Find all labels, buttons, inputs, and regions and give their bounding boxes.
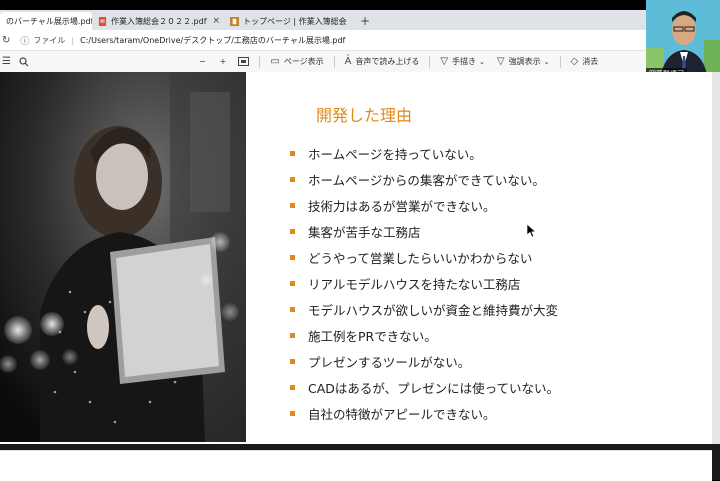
tab-top-page[interactable]: トップページ | 作業入簿総会 × bbox=[224, 12, 354, 30]
page-view-button[interactable]: ▭ ページ表示 bbox=[270, 56, 323, 67]
eraser-icon: ◇ bbox=[570, 56, 579, 67]
next-pdf-page bbox=[0, 450, 712, 481]
list-item: どうやって営業したらいいかわからない bbox=[290, 244, 559, 270]
info-icon[interactable]: ⓘ bbox=[20, 34, 29, 47]
highlight-label: 強調表示 bbox=[508, 57, 541, 66]
bullet-square-icon bbox=[290, 150, 295, 156]
bullet-square-icon bbox=[290, 358, 295, 364]
list-item-text: 施工例をPRできない。 bbox=[308, 328, 437, 344]
bullet-square-icon bbox=[290, 332, 295, 338]
mouse-cursor-icon bbox=[527, 224, 537, 238]
list-item-text: ホームページからの集客ができていない。 bbox=[308, 172, 545, 188]
list-item: CADはあるが、プレゼンには使っていない。 bbox=[290, 374, 559, 400]
list-item: モデルハウスが欲しいが資金と維持費が大変 bbox=[290, 296, 559, 322]
reason-list: ホームページを持っていない。 ホームページからの集客ができていない。 技術力はあ… bbox=[290, 140, 559, 426]
toolbar-divider bbox=[259, 55, 261, 68]
pdf-page: 開発した理由 ホームページを持っていない。 ホームページからの集客ができていない… bbox=[0, 72, 712, 444]
tab-virtual-showroom-pdf[interactable]: のバーチャル展示場.pdf × bbox=[0, 12, 92, 30]
webcam-video: 岡藤賢達司 bbox=[646, 0, 720, 80]
highlight-icon: ▽ bbox=[496, 56, 505, 67]
list-item: 施工例をPRできない。 bbox=[290, 322, 559, 348]
list-item: ホームページからの集客ができていない。 bbox=[290, 166, 559, 192]
read-aloud-icon: A᷾ bbox=[344, 56, 352, 67]
list-item-text: どうやって営業したらいいかわからない bbox=[308, 250, 533, 266]
close-tab-icon[interactable]: × bbox=[347, 16, 354, 26]
list-item: 自社の特徴がアピールできない。 bbox=[290, 400, 559, 426]
pdf-icon bbox=[98, 16, 107, 26]
list-item-text: プレゼンするツールがない。 bbox=[308, 354, 471, 370]
bullet-square-icon bbox=[290, 228, 295, 234]
bullet-square-icon bbox=[290, 384, 295, 390]
list-item: ホームページを持っていない。 bbox=[290, 140, 559, 166]
list-item-text: 集客が苦手な工務店 bbox=[308, 224, 421, 240]
address-divider: | bbox=[71, 35, 75, 45]
fit-page-icon[interactable] bbox=[238, 57, 250, 66]
list-item-text: ホームページを持っていない。 bbox=[308, 146, 482, 162]
tab-guild-meeting-pdf[interactable]: 作業入簿総会２０２２.pdf × bbox=[92, 12, 224, 30]
list-item: リアルモデルハウスを持たない工務店 bbox=[290, 270, 559, 296]
list-item-text: CADはあるが、プレゼンには使っていない。 bbox=[308, 380, 560, 396]
bullet-square-icon bbox=[290, 254, 295, 260]
read-aloud-button[interactable]: A᷾ 音声で読み上げる bbox=[345, 56, 420, 67]
slide-heading: 開発した理由 bbox=[316, 106, 413, 125]
page-view-icon: ▭ bbox=[270, 56, 280, 67]
tab-label: のバーチャル展示場.pdf bbox=[6, 16, 92, 26]
scrollbar-track[interactable] bbox=[712, 72, 720, 444]
slide-photo bbox=[0, 72, 246, 442]
list-item: 集客が苦手な工務店 bbox=[290, 218, 559, 244]
draw-icon: ▽ bbox=[440, 56, 449, 67]
bullet-square-icon bbox=[290, 176, 295, 182]
draw-label: 手描き bbox=[452, 57, 477, 66]
erase-label: 消去 bbox=[582, 57, 599, 66]
list-item: プレゼンするツールがない。 bbox=[290, 348, 559, 374]
address-bar: ↻ ⓘ ファイル | C:/Users/taram/OneDrive/デスクトッ… bbox=[0, 30, 646, 51]
tab-label: トップページ | 作業入簿総会 bbox=[243, 16, 347, 26]
tab-bar: のバーチャル展示場.pdf × 作業入簿総会２０２２.pdf × トップページ … bbox=[0, 10, 646, 30]
page-view-label: ページ表示 bbox=[283, 57, 324, 66]
reload-icon[interactable]: ↻ bbox=[2, 35, 10, 46]
highlight-button[interactable]: ▽ 強調表示 ⌄ bbox=[497, 56, 550, 67]
site-favicon-icon bbox=[230, 16, 239, 26]
bullet-square-icon bbox=[290, 410, 295, 416]
new-tab-button[interactable]: + bbox=[360, 14, 370, 28]
draw-button[interactable]: ▽ 手描き ⌄ bbox=[440, 56, 485, 67]
file-label: ファイル bbox=[33, 35, 66, 45]
toc-icon[interactable]: ☰ bbox=[2, 56, 15, 67]
bullet-square-icon bbox=[290, 306, 295, 312]
list-item-text: リアルモデルハウスを持たない工務店 bbox=[308, 276, 521, 292]
woman-with-tablet-image bbox=[0, 72, 246, 442]
chevron-down-icon: ⌄ bbox=[479, 57, 485, 66]
search-icon[interactable] bbox=[19, 56, 29, 67]
url-field[interactable]: C:/Users/taram/OneDrive/デスクトップ/工務店のバーチャル… bbox=[80, 35, 345, 46]
list-item: 技術力はあるが営業ができない。 bbox=[290, 192, 559, 218]
close-tab-icon[interactable]: × bbox=[207, 16, 221, 26]
chevron-down-icon: ⌄ bbox=[543, 57, 550, 66]
list-item-text: 技術力はあるが営業ができない。 bbox=[308, 198, 496, 214]
list-item-text: モデルハウスが欲しいが資金と維持費が大変 bbox=[308, 302, 559, 318]
zoom-out-button[interactable]: − bbox=[199, 57, 206, 66]
read-aloud-label: 音声で読み上げる bbox=[355, 57, 420, 66]
zoom-in-button[interactable]: + bbox=[220, 57, 227, 66]
pdf-toolbar: ☰ − + ▭ ページ表示 A᷾ 音声で読み上げる ▽ 手描き ⌄ ▽ 強調表示 ⌄ ◇ 消去 bbox=[0, 51, 646, 73]
erase-button[interactable]: ◇ 消去 bbox=[571, 56, 599, 67]
toolbar-divider bbox=[333, 55, 335, 68]
toolbar-divider bbox=[429, 55, 431, 68]
tab-label: 作業入簿総会２０２２.pdf bbox=[111, 16, 207, 26]
bullet-square-icon bbox=[290, 280, 295, 286]
bullet-square-icon bbox=[290, 202, 295, 208]
list-item-text: 自社の特徴がアピールできない。 bbox=[308, 406, 496, 422]
toolbar-divider bbox=[559, 55, 561, 68]
